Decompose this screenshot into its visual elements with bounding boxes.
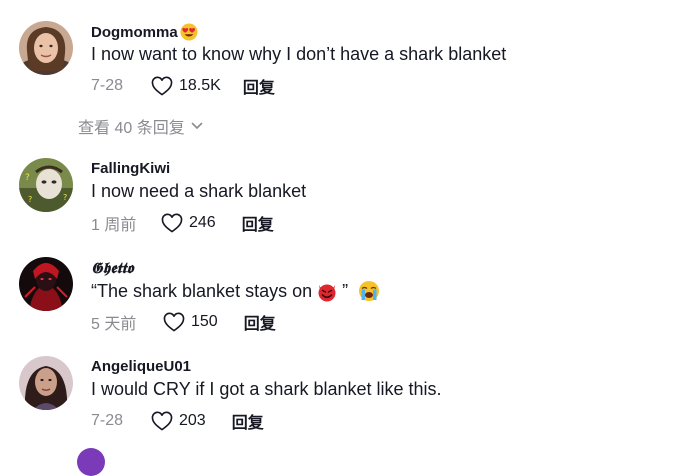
comment-date: 7-28: [91, 77, 124, 94]
avatar-photo-angeliqueu01: [19, 356, 73, 410]
svg-text:?: ?: [28, 195, 32, 204]
comment-meta: 5 天前 150 回复: [91, 311, 276, 333]
like-count: 150: [191, 313, 218, 330]
smiling-devil-emoji-icon: [316, 280, 338, 302]
comment-text: “The shark blanket stays on ”: [91, 280, 380, 302]
comment-date: 7-28: [91, 412, 124, 429]
reply-button[interactable]: 回复: [232, 409, 264, 433]
comment-text-content: I now need a shark blanket: [91, 181, 307, 201]
comment-text: I now need a shark blanket: [91, 181, 306, 202]
avatar[interactable]: [19, 257, 73, 311]
reply-button[interactable]: 回复: [244, 310, 276, 334]
reply-button[interactable]: 回复: [242, 211, 274, 235]
like-count: 203: [179, 412, 206, 429]
reply-button[interactable]: 回复: [243, 74, 275, 98]
svg-text:?: ?: [63, 193, 67, 202]
username-text: 𝕲𝖍𝖊𝖙𝖙𝖔: [91, 259, 134, 277]
like-count: 246: [189, 214, 216, 231]
heart-outline-icon: [161, 213, 183, 233]
svg-text:?: ?: [25, 173, 30, 183]
comment-text-tail: ”: [342, 280, 349, 301]
comment-text: I would CRY if I got a shark blanket lik…: [91, 379, 442, 400]
heart-outline-icon: [151, 411, 173, 431]
like-button[interactable]: 18.5K: [151, 76, 221, 96]
comment-text: I now want to know why I don’t have a sh…: [91, 44, 506, 65]
comment-meta: 7-28 203 回复: [91, 410, 264, 432]
username-text: Dogmomma: [91, 23, 178, 41]
avatar-photo-dogmomma: [19, 21, 73, 75]
like-button[interactable]: 246: [161, 213, 216, 233]
comment-username[interactable]: AngeliqueU01: [91, 358, 191, 375]
avatar[interactable]: [77, 448, 105, 476]
avatar[interactable]: [19, 356, 73, 410]
view-replies-label: 查看 40 条回复: [78, 120, 185, 137]
username-text: AngeliqueU01: [91, 358, 192, 375]
comment-username[interactable]: FallingKiwi: [91, 160, 170, 177]
comment-date: 5 天前: [91, 316, 137, 333]
like-button[interactable]: 150: [163, 312, 218, 332]
avatar-photo-fallingkiwi: ? ? ?: [19, 158, 73, 212]
comment-date: 1 周前: [91, 217, 137, 234]
like-button[interactable]: 203: [151, 411, 206, 431]
username-text: FallingKiwi: [91, 160, 171, 177]
comment-username[interactable]: 𝕲𝖍𝖊𝖙𝖙𝖔: [91, 259, 134, 277]
avatar-photo-ghetto: [19, 257, 73, 311]
loudly-crying-emoji-icon: [358, 280, 380, 302]
comment-text-content: I now want to know why I don’t have a sh…: [91, 44, 507, 64]
view-replies-button[interactable]: 查看 40 条回复: [78, 114, 203, 138]
chevron-down-icon: [191, 122, 203, 130]
heart-outline-icon: [163, 312, 185, 332]
avatar[interactable]: ? ? ?: [19, 158, 73, 212]
comment-meta: 1 周前 246 回复: [91, 212, 274, 234]
comment-text-content: “The shark blanket stays on: [91, 280, 313, 301]
avatar[interactable]: [19, 21, 73, 75]
heart-eyes-emoji-icon: [180, 23, 198, 41]
comment-text-content: I would CRY if I got a shark blanket lik…: [91, 379, 442, 399]
like-count: 18.5K: [179, 77, 221, 94]
comment-username[interactable]: Dogmomma: [91, 23, 198, 41]
comment-meta: 7-28 18.5K 回复: [91, 75, 275, 97]
heart-outline-icon: [151, 76, 173, 96]
